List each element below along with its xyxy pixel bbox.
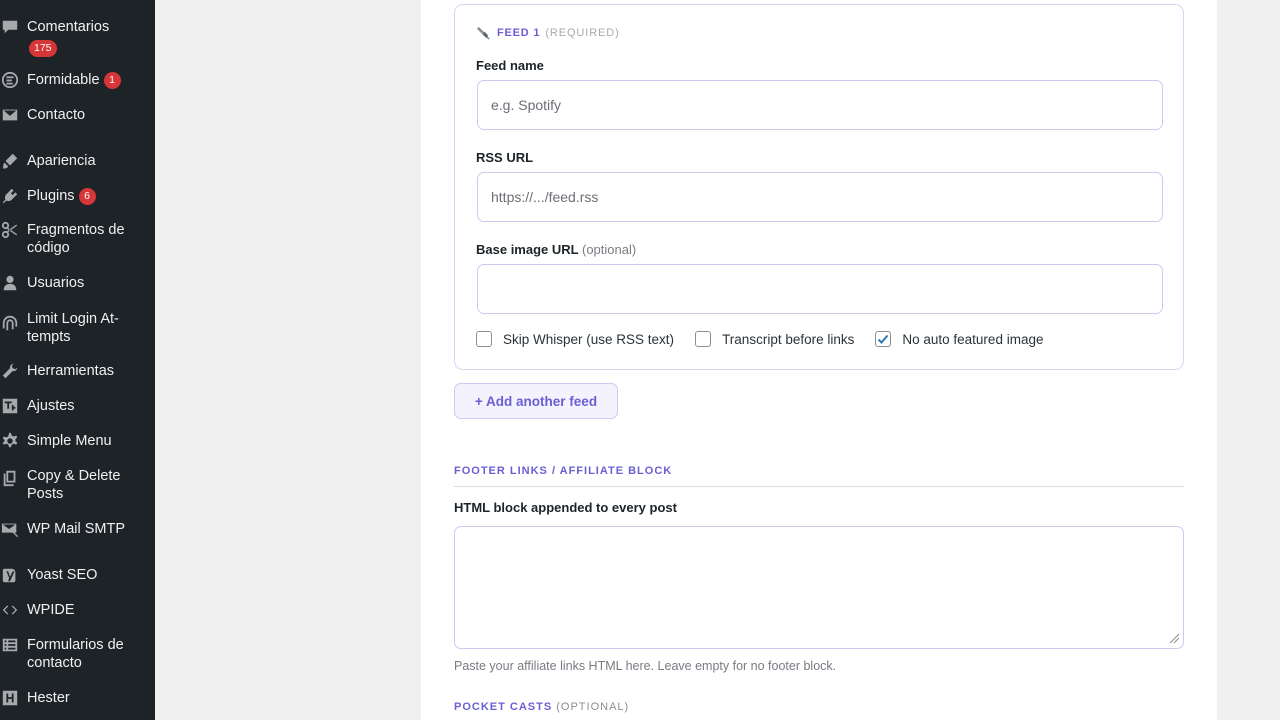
sidebar-item-label: Comentarios — [27, 19, 110, 35]
required-label: (REQUIRED) — [545, 26, 620, 39]
checkmark-icon — [878, 334, 889, 344]
sidebar-item-label: Plugins — [27, 188, 75, 204]
sidebar-item-label: Usuarios — [27, 275, 85, 291]
envelope-icon — [0, 106, 20, 124]
gear-icon — [0, 432, 20, 450]
footer-html-textarea[interactable] — [454, 526, 1184, 649]
base-image-url-label: Base image URL (optional) — [476, 242, 636, 257]
skip-whisper-label: Skip Whisper (use RSS text) — [503, 331, 675, 347]
sidebar-item-label: Ajustes — [27, 398, 75, 414]
pocket-casts-title: POCKET CASTS — [454, 701, 553, 713]
pocket-casts-section-title: POCKET CASTS (OPTIONAL) — [454, 701, 629, 713]
footer-textarea-label: HTML block appended to every post — [454, 500, 677, 515]
sidebar-item-label: Limit Login At-tempts — [27, 311, 119, 345]
feed-name-label: Feed name — [476, 58, 544, 73]
comments-count-badge: 175 — [29, 40, 57, 57]
paintbrush-icon — [0, 152, 20, 170]
plugins-count-badge: 6 — [78, 188, 96, 205]
feed-heading: FEED 1 (REQUIRED) — [476, 25, 620, 40]
fingerprint-icon — [0, 314, 20, 332]
no-auto-featured-image-label: No auto featured image — [902, 331, 1044, 347]
no-auto-featured-image-option[interactable]: No auto featured image — [875, 331, 1043, 347]
mail-icon — [0, 520, 20, 538]
no-auto-featured-image-checkbox[interactable] — [875, 331, 892, 347]
resize-handle-icon[interactable] — [1168, 632, 1180, 644]
sidebar-item-label: Apariencia — [27, 153, 96, 169]
add-another-feed-button[interactable]: + Add another feed — [454, 383, 618, 419]
sidebar-item-label: Formularios de contacto — [27, 637, 124, 671]
plugin-icon — [0, 187, 20, 205]
transcript-before-links-checkbox[interactable] — [695, 331, 712, 347]
sidebar-item-label: Contacto — [27, 107, 86, 123]
list-icon — [0, 636, 20, 654]
rss-url-label: RSS URL — [476, 150, 534, 165]
user-icon — [0, 274, 20, 292]
feed-title: FEED 1 — [497, 26, 541, 39]
admin-sidebar: Comentarios 175 Formidable 1 Contacto Apar… — [0, 0, 155, 720]
sidebar-item-label: Yoast SEO — [27, 567, 98, 583]
hester-icon — [0, 689, 20, 707]
transcript-before-links-option[interactable]: Transcript before links — [695, 331, 854, 347]
settings-icon — [0, 397, 20, 415]
sidebar-item-label: Copy & Delete Posts — [27, 468, 121, 502]
base-image-url-input[interactable] — [477, 264, 1163, 314]
optional-label: (OPTIONAL) — [556, 701, 630, 713]
microphone-icon — [476, 26, 490, 40]
formidable-count-badge: 1 — [103, 72, 121, 89]
section-divider — [454, 486, 1184, 487]
sidebar-item-label: WPIDE — [27, 602, 75, 618]
scissors-icon — [0, 221, 20, 239]
wrench-icon — [0, 362, 20, 380]
copy-icon — [0, 469, 20, 487]
feed-options: Skip Whisper (use RSS text) Transcript b… — [476, 331, 1064, 347]
sidebar-item-label: Simple Menu — [27, 433, 112, 449]
footer-links-section-title: FOOTER LINKS / AFFILIATE BLOCK — [454, 465, 673, 477]
rss-url-input[interactable] — [477, 172, 1163, 222]
comment-icon — [0, 18, 20, 36]
sidebar-item-label: Herramientas — [27, 363, 115, 379]
footer-help-text: Paste your affiliate links HTML here. Le… — [454, 659, 837, 673]
optional-label: (optional) — [581, 242, 637, 257]
code-icon — [0, 601, 20, 619]
transcript-before-links-label: Transcript before links — [722, 331, 855, 347]
page-gutter — [1217, 0, 1280, 720]
sidebar-item-label: Formidable — [27, 72, 100, 88]
sidebar-item-label: WP Mail SMTP — [27, 521, 126, 537]
base-image-url-label-text: Base image URL — [476, 242, 579, 257]
sidebar-item-label: Fragmentos de código — [27, 222, 125, 256]
sidebar-item-label: Hester — [27, 690, 70, 706]
yoast-icon — [0, 566, 20, 584]
feed-name-input[interactable] — [477, 80, 1163, 130]
skip-whisper-option[interactable]: Skip Whisper (use RSS text) — [476, 331, 674, 347]
skip-whisper-checkbox[interactable] — [476, 331, 492, 347]
formidable-icon — [0, 71, 20, 89]
